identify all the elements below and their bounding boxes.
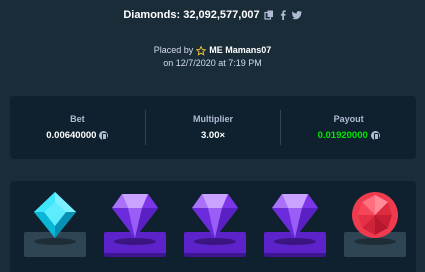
payout-stat: Payout 0.01920000 — [281, 96, 416, 159]
game-header: Diamonds: 32,092,577,007 — [0, 9, 425, 21]
multiplier-stat: Multiplier 3.00× — [146, 96, 281, 159]
diamonds-title: Diamonds: 32,092,577,007 — [123, 9, 260, 21]
copy-icon[interactable] — [264, 10, 274, 20]
bet-placement-info: Placed by ME Mamans07 on 12/7/2020 at 7:… — [0, 44, 425, 70]
placed-by-label: Placed by — [153, 45, 194, 55]
cyan-diamond-icon — [28, 190, 82, 240]
currency-icon — [99, 131, 109, 140]
red-gem-icon — [348, 190, 402, 240]
bet-stats-panel: Bet 0.00640000 Multiplier 3.00× Payout 0… — [10, 96, 416, 159]
payout-label: Payout — [333, 114, 364, 124]
gem-slot — [254, 181, 334, 272]
gem-slot — [14, 181, 94, 272]
gem-slot — [334, 181, 414, 272]
multiplier-label: Multiplier — [193, 114, 233, 124]
purple-gem-icon — [268, 190, 322, 240]
username-link[interactable]: ME Mamans07 — [209, 44, 271, 57]
star-icon — [196, 45, 207, 56]
placed-datetime: on 12/7/2020 at 7:19 PM — [163, 58, 262, 68]
bet-value: 0.00640000 — [46, 130, 109, 141]
gem-board — [10, 181, 416, 272]
gem-slot — [94, 181, 174, 272]
bet-stat: Bet 0.00640000 — [10, 96, 145, 159]
purple-gem-icon — [108, 190, 162, 240]
multiplier-value: 3.00× — [200, 130, 226, 141]
bet-label: Bet — [70, 114, 85, 124]
payout-value: 0.01920000 — [318, 130, 380, 141]
facebook-icon[interactable] — [278, 10, 288, 20]
currency-icon — [370, 131, 380, 140]
gem-slot — [174, 181, 254, 272]
twitter-icon[interactable] — [291, 10, 302, 20]
purple-gem-icon — [188, 190, 242, 240]
